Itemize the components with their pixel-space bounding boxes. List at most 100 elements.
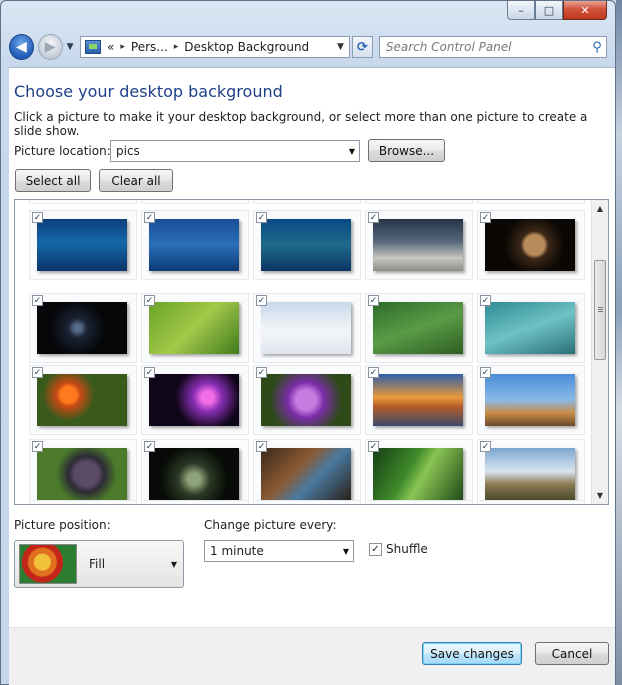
scroll-down-icon[interactable]: ▼ — [592, 487, 608, 504]
wallpaper-tile-partial[interactable] — [29, 200, 137, 204]
wallpaper-tile-partial[interactable] — [477, 500, 585, 504]
tile-checkbox[interactable]: ✓ — [368, 441, 379, 452]
breadcrumb-desktop-background[interactable]: Desktop Background — [184, 40, 309, 54]
shuffle-checkbox[interactable]: ✓ Shuffle — [369, 542, 428, 556]
wallpaper-thumbnail[interactable] — [373, 302, 463, 354]
tile-checkbox[interactable]: ✓ — [480, 295, 491, 306]
wallpaper-tile-teal-texture[interactable]: ✓ — [477, 293, 585, 363]
cancel-button[interactable]: Cancel — [535, 642, 609, 665]
wallpaper-thumbnail[interactable] — [485, 448, 575, 500]
wallpaper-tile-fish-school[interactable]: ✓ — [29, 210, 137, 280]
wallpaper-tile-grapes[interactable]: ✓ — [29, 439, 137, 504]
wallpaper-thumbnail[interactable] — [261, 374, 351, 426]
close-button[interactable]: ✕ — [563, 1, 607, 20]
tile-checkbox[interactable]: ✓ — [144, 441, 155, 452]
wallpaper-thumbnail[interactable] — [373, 219, 463, 271]
wallpaper-thumbnail[interactable] — [149, 302, 239, 354]
address-bar[interactable]: « ▸ Pers... ▸ Desktop Background ▼ — [80, 36, 350, 58]
wallpaper-tile-snow-cabin[interactable]: ✓ — [253, 293, 361, 363]
wallpaper-thumbnail[interactable] — [485, 374, 575, 426]
wallpaper-tile-sea-turtle[interactable]: ✓ — [253, 210, 361, 280]
tile-checkbox[interactable]: ✓ — [144, 212, 155, 223]
wallpaper-tile-night-forest[interactable]: ✓ — [141, 439, 249, 504]
wallpaper-tile-wasp-leaf[interactable]: ✓ — [141, 293, 249, 363]
wallpaper-thumbnail[interactable] — [149, 374, 239, 426]
select-all-button[interactable]: Select all — [15, 169, 91, 192]
recent-pages-dropdown-icon[interactable]: ▼ — [67, 42, 76, 52]
wallpaper-tile-leaf-drops[interactable]: ✓ — [365, 293, 473, 363]
search-icon[interactable]: ⚲ — [588, 38, 606, 56]
back-button[interactable]: ◀ — [9, 34, 34, 60]
wallpaper-thumbnail[interactable] — [149, 448, 239, 500]
search-box[interactable]: ⚲ — [378, 36, 607, 58]
wallpaper-thumbnail[interactable] — [261, 448, 351, 500]
picture-location-select[interactable]: pics ▼ — [110, 140, 360, 162]
search-input[interactable] — [385, 40, 588, 54]
tile-checkbox[interactable]: ✓ — [32, 295, 43, 306]
scroll-up-icon[interactable]: ▲ — [592, 200, 608, 217]
wallpaper-tile-stormy-beach[interactable]: ✓ — [365, 210, 473, 280]
wallpaper-thumbnail[interactable] — [261, 302, 351, 354]
browse-button[interactable]: Browse... — [368, 139, 445, 162]
tile-checkbox[interactable]: ✓ — [32, 367, 43, 378]
wallpaper-tile-purple-crocus[interactable]: ✓ — [253, 365, 361, 435]
tile-checkbox[interactable]: ✓ — [32, 212, 43, 223]
wallpaper-tile-beach-sunset[interactable]: ✓ — [365, 365, 473, 435]
wallpaper-tile-partial[interactable] — [29, 500, 137, 504]
wallpaper-tile-grass-blades[interactable]: ✓ — [365, 439, 473, 504]
minimize-button[interactable]: – — [507, 1, 535, 20]
wallpaper-tile-purple-light[interactable]: ✓ — [141, 365, 249, 435]
wallpaper-thumbnail[interactable] — [373, 448, 463, 500]
wallpaper-tile-partial[interactable] — [365, 200, 473, 204]
wallpaper-tile-orange-flowers[interactable]: ✓ — [29, 365, 137, 435]
wallpaper-tile-golden-drop[interactable]: ✓ — [477, 210, 585, 280]
breadcrumb-personalization[interactable]: Pers... — [131, 40, 168, 54]
wallpaper-thumbnail[interactable] — [37, 448, 127, 500]
wallpaper-thumbnail[interactable] — [37, 219, 127, 271]
tile-checkbox[interactable]: ✓ — [256, 367, 267, 378]
wallpaper-thumbnail[interactable] — [373, 374, 463, 426]
wallpaper-tile-partial[interactable] — [253, 200, 361, 204]
breadcrumb-separator-icon[interactable]: ▸ — [174, 42, 179, 52]
wallpaper-tile-castle-hill[interactable]: ✓ — [477, 439, 585, 504]
wallpaper-tile-partial[interactable] — [477, 200, 585, 204]
tile-checkbox[interactable]: ✓ — [256, 441, 267, 452]
change-interval-select[interactable]: 1 minute ▼ — [204, 540, 354, 562]
wallpaper-thumbnail[interactable] — [37, 374, 127, 426]
wallpaper-tile-manta-ray[interactable]: ✓ — [141, 210, 249, 280]
tile-checkbox[interactable]: ✓ — [144, 295, 155, 306]
wallpaper-tile-partial[interactable] — [365, 500, 473, 504]
wallpaper-tile-partial[interactable] — [253, 500, 361, 504]
gallery-scrollbar[interactable]: ▲ ▼ — [591, 200, 608, 504]
tile-checkbox[interactable]: ✓ — [368, 295, 379, 306]
tile-checkbox[interactable]: ✓ — [480, 212, 491, 223]
tile-checkbox[interactable]: ✓ — [32, 441, 43, 452]
breadcrumb-separator-icon[interactable]: ▸ — [120, 42, 125, 52]
wallpaper-tile-partial[interactable] — [141, 500, 249, 504]
tile-checkbox[interactable]: ✓ — [368, 212, 379, 223]
scroll-thumb[interactable] — [594, 260, 606, 360]
wallpaper-tile-steampunk-room[interactable]: ✓ — [253, 439, 361, 504]
forward-button[interactable]: ▶ — [37, 34, 63, 60]
address-overflow-chevron[interactable]: « — [107, 40, 114, 54]
save-changes-button[interactable]: Save changes — [422, 642, 522, 665]
tile-checkbox[interactable]: ✓ — [256, 212, 267, 223]
wallpaper-thumbnail[interactable] — [37, 302, 127, 354]
tile-checkbox[interactable]: ✓ — [368, 367, 379, 378]
tile-checkbox[interactable]: ✓ — [480, 367, 491, 378]
maximize-button[interactable]: □ — [535, 1, 563, 20]
wallpaper-tile-rock-formation[interactable]: ✓ — [477, 365, 585, 435]
wallpaper-tile-dark-spiral[interactable]: ✓ — [29, 293, 137, 363]
wallpaper-thumbnail[interactable] — [485, 302, 575, 354]
checkbox-icon[interactable]: ✓ — [369, 542, 382, 556]
tile-checkbox[interactable]: ✓ — [144, 367, 155, 378]
refresh-button[interactable]: ⟳ — [351, 36, 373, 58]
clear-all-button[interactable]: Clear all — [99, 169, 173, 192]
picture-position-select[interactable]: Fill ▼ — [14, 540, 184, 588]
tile-checkbox[interactable]: ✓ — [256, 295, 267, 306]
tile-checkbox[interactable]: ✓ — [480, 441, 491, 452]
wallpaper-thumbnail[interactable] — [485, 219, 575, 271]
wallpaper-thumbnail[interactable] — [149, 219, 239, 271]
wallpaper-tile-partial[interactable] — [141, 200, 249, 204]
wallpaper-thumbnail[interactable] — [261, 219, 351, 271]
